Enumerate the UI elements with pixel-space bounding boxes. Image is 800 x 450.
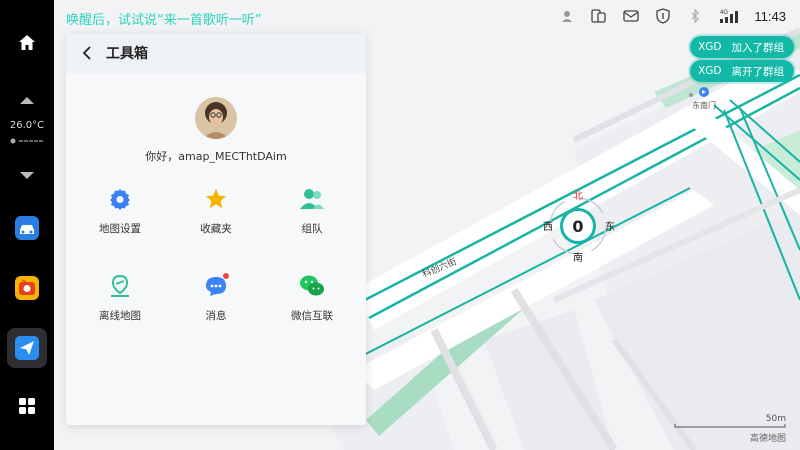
mail-icon[interactable] — [622, 7, 640, 25]
home-icon — [19, 35, 35, 50]
unread-dot — [223, 273, 229, 279]
team-icon — [299, 186, 325, 212]
map-scale: 50m — [674, 414, 786, 428]
tool-label: 微信互联 — [291, 310, 333, 322]
wechat-icon — [299, 273, 325, 299]
group-join-notification[interactable]: XGD 加入了群组 — [690, 36, 794, 58]
tool-label: 地图设置 — [99, 223, 141, 235]
tool-label: 组队 — [301, 223, 323, 235]
group-leave-notification[interactable]: XGD 离开了群组 — [690, 60, 794, 82]
compass-east: 东 — [605, 222, 615, 233]
star-icon — [203, 186, 229, 212]
tool-offline-map[interactable]: 离线地图 — [70, 273, 170, 323]
svg-text:4G: 4G — [720, 10, 728, 16]
all-apps-button[interactable] — [7, 386, 47, 426]
chevron-up-icon — [20, 97, 34, 104]
tool-favorites[interactable]: 收藏夹 — [166, 186, 266, 236]
phone-link-icon[interactable] — [590, 7, 608, 25]
user-greeting: 你好，amap_MECThtDAim — [145, 150, 287, 163]
compass-west: 西 — [543, 222, 553, 233]
car-icon — [15, 216, 39, 240]
poi-marker-icon — [699, 87, 709, 97]
tool-messages[interactable]: 消息 — [166, 273, 266, 323]
group-message: 离开了群组 — [731, 65, 785, 78]
tool-team[interactable]: 组队 — [262, 186, 362, 236]
back-icon[interactable] — [80, 45, 94, 61]
chevron-down-icon — [20, 172, 34, 179]
status-bar: 4G 11:43 — [558, 6, 786, 26]
user-icon[interactable] — [558, 7, 576, 25]
group-user-name: XGD — [698, 41, 722, 53]
temperature-up-button[interactable] — [7, 80, 47, 120]
poi-label[interactable]: 东南门 — [692, 86, 716, 111]
radio-icon — [15, 276, 39, 300]
toolbox-panel: 工具箱 你好，amap_MECThtDAim 地图设置 收藏夹 组队 离线地图 … — [66, 33, 366, 425]
panel-header: 工具箱 — [66, 33, 366, 73]
voice-hint[interactable]: 唤醒后，试试说“来一首歌听一听” — [66, 9, 261, 28]
tool-wechat[interactable]: 微信互联 — [262, 273, 362, 323]
clock: 11:43 — [754, 8, 786, 24]
radio-app-button[interactable] — [7, 268, 47, 308]
navigation-app-button[interactable] — [7, 328, 47, 368]
offline-map-icon — [107, 273, 133, 299]
grid-icon — [19, 398, 35, 414]
compass-north: 北 — [573, 191, 583, 202]
fan-level-icon — [10, 138, 43, 144]
left-dock: 26.0°C — [0, 0, 54, 450]
avatar-image — [195, 97, 237, 139]
scale-bar — [674, 424, 786, 428]
cellular-signal-icon: 4G — [718, 7, 740, 25]
bluetooth-icon[interactable] — [686, 7, 704, 25]
tool-label: 离线地图 — [99, 310, 141, 322]
tool-label: 消息 — [205, 310, 227, 322]
group-user-name: XGD — [698, 65, 722, 77]
poi-name: 东南门 — [692, 101, 716, 110]
temperature-down-button[interactable] — [7, 156, 47, 196]
speed-readout: 0 — [560, 208, 596, 244]
message-icon — [203, 273, 229, 299]
tool-map-settings[interactable]: 地图设置 — [70, 186, 170, 236]
compass[interactable]: 北 西 东 南 0 — [533, 184, 623, 264]
home-button[interactable] — [7, 23, 47, 63]
group-message: 加入了群组 — [731, 41, 785, 54]
panel-title: 工具箱 — [106, 46, 148, 62]
avatar[interactable] — [195, 97, 237, 139]
security-shield-icon[interactable] — [654, 7, 672, 25]
gear-icon — [107, 186, 133, 212]
tool-label: 收藏夹 — [200, 223, 232, 235]
navigation-icon — [15, 336, 39, 360]
temperature-readout: 26.0°C — [9, 120, 45, 131]
vehicle-app-button[interactable] — [7, 208, 47, 248]
map-brand-label: 高德地图 — [749, 434, 786, 444]
compass-south: 南 — [573, 253, 583, 264]
